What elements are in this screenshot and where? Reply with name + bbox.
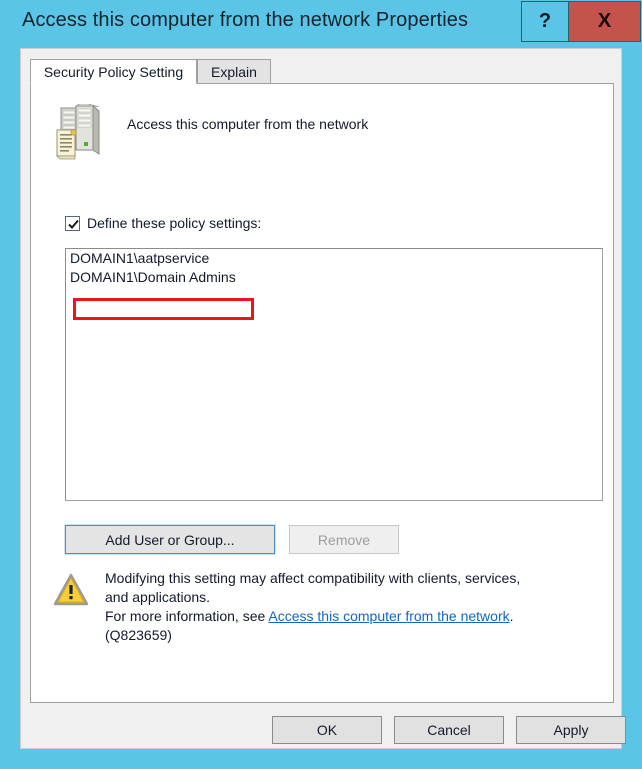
policy-header: Access this computer from the network: [53, 101, 593, 166]
tab-page-security-policy-setting: Access this computer from the network De…: [30, 83, 614, 703]
warning-text: Modifying this setting may affect compat…: [105, 569, 601, 645]
more-information-link[interactable]: Access this computer from the network: [268, 608, 509, 624]
server-policy-icon: [53, 101, 105, 162]
remove-button: Remove: [289, 525, 399, 554]
add-user-or-group-button[interactable]: Add User or Group...: [64, 524, 276, 555]
principals-listbox[interactable]: DOMAIN1\aatpservice DOMAIN1\Domain Admin…: [65, 248, 603, 501]
tab-explain[interactable]: Explain: [197, 59, 271, 84]
title-bar: Access this computer from the network Pr…: [0, 0, 642, 48]
ok-button[interactable]: OK: [272, 716, 382, 744]
define-policy-settings-label: Define these policy settings:: [87, 215, 262, 231]
dialog-body: Security Policy Setting Explain Access t…: [20, 48, 626, 749]
checkmark-icon: [68, 219, 79, 229]
policy-name: Access this computer from the network: [127, 116, 369, 132]
warning-line-2: and applications.: [105, 589, 211, 605]
list-item[interactable]: DOMAIN1\Domain Admins: [66, 268, 602, 287]
cancel-button[interactable]: Cancel: [394, 716, 504, 744]
properties-window: Access this computer from the network Pr…: [0, 0, 642, 769]
warning-line-1: Modifying this setting may affect compat…: [105, 570, 521, 586]
warning-triangle-icon: [53, 573, 89, 607]
warning-line-3-suffix: .: [509, 608, 514, 624]
list-item[interactable]: DOMAIN1\aatpservice: [66, 249, 602, 268]
close-button[interactable]: X: [569, 1, 641, 42]
warning-line-3-prefix: For more information, see: [105, 608, 269, 624]
warning-kb-number: (Q823659): [105, 627, 172, 643]
window-title: Access this computer from the network Pr…: [22, 9, 469, 31]
define-policy-settings-checkbox[interactable]: [65, 215, 80, 231]
apply-button[interactable]: Apply: [516, 716, 626, 744]
tab-security-policy-setting[interactable]: Security Policy Setting: [30, 59, 197, 84]
help-button[interactable]: ?: [521, 1, 569, 42]
tab-strip: Security Policy Setting Explain: [30, 59, 614, 84]
define-policy-settings-row[interactable]: Define these policy settings:: [65, 215, 261, 231]
